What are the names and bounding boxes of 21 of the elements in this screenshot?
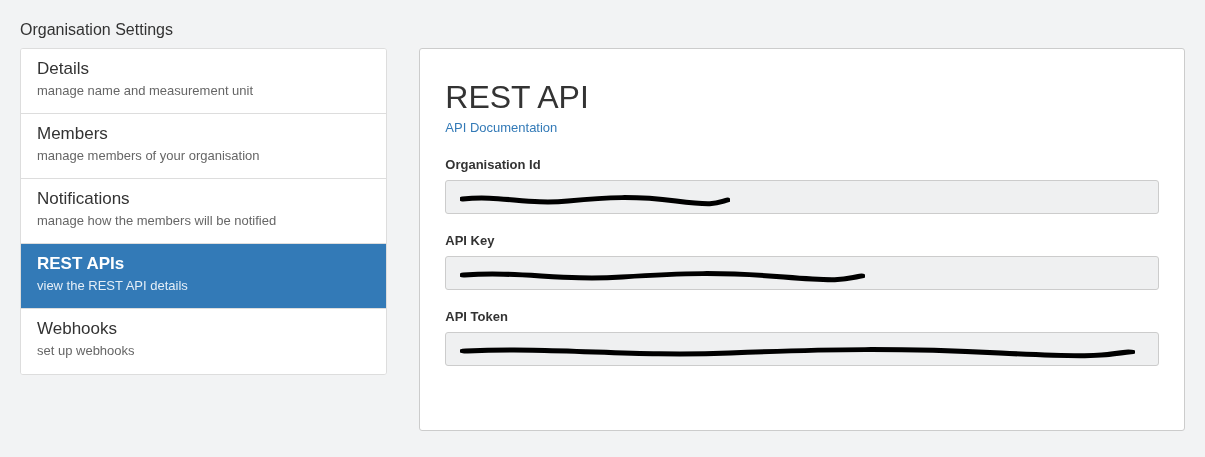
read-only-field[interactable]	[445, 179, 1159, 214]
menu-item-title: Notifications	[37, 188, 131, 210]
menu-item-subtitle: manage how the members will be notified	[37, 212, 278, 230]
documentation-link[interactable]: API Documentation	[445, 118, 558, 138]
page-title: Organisation Settings	[20, 20, 174, 40]
field-label: Organisation Id	[445, 155, 542, 174]
field-label: API Token	[445, 307, 509, 326]
menu-item-subtitle: manage name and measurement unit	[37, 82, 255, 100]
menu-item[interactable]: Details manage name and measurement unit	[21, 49, 387, 114]
read-only-field[interactable]	[445, 331, 1159, 366]
menu-item-subtitle: manage members of your organisation	[37, 147, 261, 165]
menu-item-title: Webhooks	[37, 318, 118, 340]
menu-item-subtitle: set up webhooks	[37, 342, 136, 360]
menu-item-title: Details	[37, 58, 90, 80]
menu-item-title: Members	[37, 123, 109, 145]
menu-item-title: REST APIs	[37, 253, 126, 275]
read-only-field[interactable]	[445, 255, 1159, 290]
panel-heading: REST API	[445, 78, 590, 117]
menu-item-subtitle: view the REST API details	[37, 277, 189, 295]
field-label: API Key	[445, 231, 496, 250]
menu-item[interactable]: REST APIs view the REST API details	[21, 244, 387, 309]
